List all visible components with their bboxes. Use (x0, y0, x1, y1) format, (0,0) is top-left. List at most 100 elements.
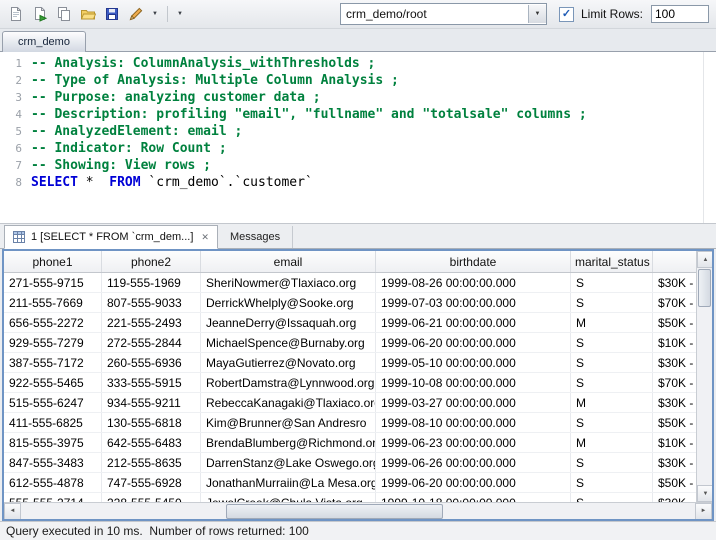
table-cell[interactable]: 1999-06-21 00:00:00.000 (376, 313, 571, 333)
table-cell[interactable]: RobertDamstra@Lynnwood.org (201, 373, 376, 393)
table-cell[interactable]: 211-555-7669 (4, 293, 102, 313)
table-cell[interactable]: 1999-08-10 00:00:00.000 (376, 413, 571, 433)
table-row[interactable]: 555-555-2714228-555-5450JewelCreek@Chula… (4, 493, 712, 503)
table-cell[interactable]: JeanneDerry@Issaquah.org (201, 313, 376, 333)
table-cell[interactable]: 847-555-3483 (4, 453, 102, 473)
table-cell[interactable]: 272-555-2844 (102, 333, 201, 353)
table-cell[interactable]: 260-555-6936 (102, 353, 201, 373)
table-cell[interactable]: S (571, 413, 653, 433)
table-cell[interactable]: S (571, 353, 653, 373)
table-cell[interactable]: 1999-06-23 00:00:00.000 (376, 433, 571, 453)
table-row[interactable]: 922-555-5465333-555-5915RobertDamstra@Ly… (4, 373, 712, 393)
vscroll-track[interactable] (697, 268, 712, 485)
table-cell[interactable]: Kim@Brunner@San Andresro (201, 413, 376, 433)
table-cell[interactable]: 656-555-2272 (4, 313, 102, 333)
result-tab-query[interactable]: 1 [SELECT * FROM `crm_dem...] ✕ (4, 225, 218, 249)
column-header-birthdate[interactable]: birthdate (376, 251, 571, 273)
table-cell[interactable]: 1999-06-26 00:00:00.000 (376, 453, 571, 473)
table-cell[interactable]: S (571, 453, 653, 473)
combo-dropdown-icon[interactable]: ▼ (528, 5, 546, 23)
table-cell[interactable]: 130-555-6818 (102, 413, 201, 433)
copy-button[interactable] (53, 3, 75, 25)
table-cell[interactable]: S (571, 373, 653, 393)
open-file-button[interactable] (77, 3, 99, 25)
table-cell[interactable]: DerrickWhelply@Sooke.org (201, 293, 376, 313)
new-sql-button[interactable] (5, 3, 27, 25)
scroll-down-icon[interactable]: ▼ (697, 485, 712, 502)
table-row[interactable]: 211-555-7669807-555-9033DerrickWhelply@S… (4, 293, 712, 313)
table-cell[interactable]: S (571, 333, 653, 353)
column-header-phone1[interactable]: phone1 (4, 251, 102, 273)
table-cell[interactable]: 212-555-8635 (102, 453, 201, 473)
sql-editor[interactable]: 1-- Analysis: ColumnAnalysis_withThresho… (0, 52, 716, 224)
toolbar-dropdown-caret-2[interactable]: ▼ (174, 11, 186, 17)
table-cell[interactable]: 747-555-6928 (102, 473, 201, 493)
table-row[interactable]: 612-555-4878747-555-6928JonathanMurraiin… (4, 473, 712, 493)
hscroll-thumb[interactable] (226, 504, 443, 519)
table-cell[interactable]: DarrenStanz@Lake Oswego.org (201, 453, 376, 473)
editor-tab-crm-demo[interactable]: crm_demo (2, 31, 86, 52)
table-cell[interactable]: 934-555-9211 (102, 393, 201, 413)
scroll-up-icon[interactable]: ▲ (697, 251, 712, 268)
table-cell[interactable]: 922-555-5465 (4, 373, 102, 393)
table-cell[interactable]: 1999-10-08 00:00:00.000 (376, 373, 571, 393)
column-header-marital_status[interactable]: marital_status (571, 251, 653, 273)
table-cell[interactable]: 333-555-5915 (102, 373, 201, 393)
table-cell[interactable]: S (571, 293, 653, 313)
table-row[interactable]: 515-555-6247934-555-9211RebeccaKanagaki@… (4, 393, 712, 413)
table-row[interactable]: 847-555-3483212-555-8635DarrenStanz@Lake… (4, 453, 712, 473)
table-cell[interactable]: 271-555-9715 (4, 273, 102, 293)
vertical-scrollbar[interactable]: ▲ ▼ (696, 251, 712, 502)
table-row[interactable]: 271-555-9715119-555-1969SheriNowmer@Tlax… (4, 273, 712, 293)
export-button[interactable] (29, 3, 51, 25)
table-cell[interactable]: 228-555-5450 (102, 493, 201, 503)
table-cell[interactable]: 815-555-3975 (4, 433, 102, 453)
table-cell[interactable]: 555-555-2714 (4, 493, 102, 503)
table-cell[interactable]: 387-555-7172 (4, 353, 102, 373)
table-row[interactable]: 387-555-7172260-555-6936MayaGutierrez@No… (4, 353, 712, 373)
horizontal-scrollbar[interactable]: ◄ ► (4, 502, 712, 519)
hscroll-track[interactable] (21, 503, 695, 519)
table-cell[interactable]: JonathanMurraiin@La Mesa.org (201, 473, 376, 493)
toolbar-dropdown-caret[interactable]: ▼ (149, 11, 161, 17)
result-tab-messages[interactable]: Messages (218, 226, 293, 248)
table-cell[interactable]: 1999-06-20 00:00:00.000 (376, 473, 571, 493)
table-cell[interactable]: S (571, 473, 653, 493)
table-row[interactable]: 815-555-3975642-555-6483BrendaBlumberg@R… (4, 433, 712, 453)
table-row[interactable]: 656-555-2272221-555-2493JeanneDerry@Issa… (4, 313, 712, 333)
table-cell[interactable]: 1999-05-10 00:00:00.000 (376, 353, 571, 373)
edit-button[interactable] (125, 3, 147, 25)
table-cell[interactable]: S (571, 493, 653, 503)
table-cell[interactable]: MayaGutierrez@Novato.org (201, 353, 376, 373)
table-cell[interactable]: 612-555-4878 (4, 473, 102, 493)
table-cell[interactable]: 642-555-6483 (102, 433, 201, 453)
table-cell[interactable]: SheriNowmer@Tlaxiaco.org (201, 273, 376, 293)
table-cell[interactable]: 929-555-7279 (4, 333, 102, 353)
table-cell[interactable]: 119-555-1969 (102, 273, 201, 293)
table-row[interactable]: 929-555-7279272-555-2844MichaelSpence@Bu… (4, 333, 712, 353)
table-cell[interactable]: S (571, 273, 653, 293)
limit-rows-checkbox[interactable]: ✓ (559, 7, 574, 22)
table-cell[interactable]: JewelCreek@Chula Vista.org (201, 493, 376, 503)
save-button[interactable] (101, 3, 123, 25)
table-cell[interactable]: 1999-06-20 00:00:00.000 (376, 333, 571, 353)
table-cell[interactable]: 1999-08-26 00:00:00.000 (376, 273, 571, 293)
close-tab-icon[interactable]: ✕ (199, 233, 209, 242)
code-lines[interactable]: 1-- Analysis: ColumnAnalysis_withThresho… (0, 55, 716, 191)
table-cell[interactable]: 515-555-6247 (4, 393, 102, 413)
column-header-phone2[interactable]: phone2 (102, 251, 201, 273)
scroll-left-icon[interactable]: ◄ (4, 503, 21, 520)
table-cell[interactable]: 1999-03-27 00:00:00.000 (376, 393, 571, 413)
connection-combobox[interactable]: crm_demo/root ▼ (340, 3, 547, 25)
table-cell[interactable]: BrendaBlumberg@Richmond.org (201, 433, 376, 453)
table-cell[interactable]: 807-555-9033 (102, 293, 201, 313)
table-cell[interactable]: M (571, 313, 653, 333)
table-cell[interactable]: 1999-07-03 00:00:00.000 (376, 293, 571, 313)
vscroll-thumb[interactable] (698, 269, 711, 307)
table-cell[interactable]: M (571, 433, 653, 453)
table-cell[interactable]: 221-555-2493 (102, 313, 201, 333)
table-cell[interactable]: 411-555-6825 (4, 413, 102, 433)
limit-rows-input[interactable] (651, 5, 709, 23)
table-row[interactable]: 411-555-6825130-555-6818Kim@Brunner@San … (4, 413, 712, 433)
table-cell[interactable]: MichaelSpence@Burnaby.org (201, 333, 376, 353)
